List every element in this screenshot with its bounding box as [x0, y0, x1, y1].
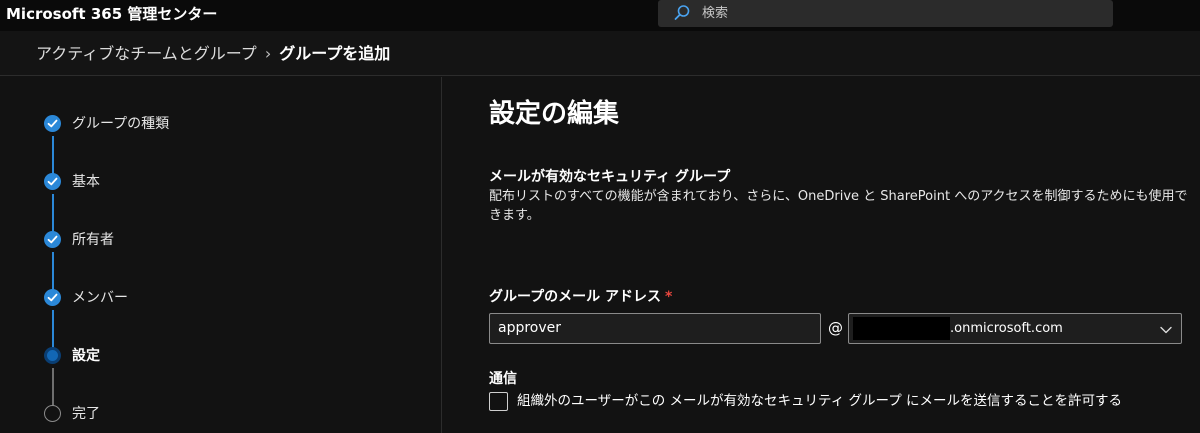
search-icon — [672, 3, 692, 23]
check-icon — [44, 115, 61, 132]
search-input[interactable]: 検索 — [702, 5, 728, 22]
breadcrumb-bar: アクティブなチームとグループ › グループを追加 — [0, 31, 1200, 76]
group-type-title: メールが有効なセキュリティ グループ — [489, 169, 731, 185]
step-connector — [52, 194, 54, 232]
pending-step-circle-icon — [44, 405, 61, 422]
page-title: 設定の編集 — [489, 99, 620, 129]
at-sign: @ — [828, 319, 843, 337]
step-label: メンバー — [72, 290, 128, 306]
step-label: 設定 — [72, 348, 100, 364]
breadcrumb-link-teams-groups[interactable]: アクティブなチームとグループ — [36, 44, 257, 63]
group-type-description: 配布リストのすべての機能が含まれており、さらに、OneDrive と Share… — [489, 189, 1188, 223]
chevron-down-icon — [1159, 322, 1173, 341]
app-title[interactable]: Microsoft 365 管理センター — [6, 4, 217, 24]
step-label: 所有者 — [72, 232, 114, 248]
wizard-stepper: グループの種類 基本 所有者 メンバー 設定 完了 — [0, 77, 442, 433]
domain-suffix: .onmicrosoft.com — [950, 321, 1063, 336]
breadcrumb: アクティブなチームとグループ › グループを追加 — [36, 44, 390, 64]
step-connector — [52, 368, 54, 406]
domain-select[interactable]: .onmicrosoft.com — [848, 313, 1182, 344]
check-icon — [44, 231, 61, 248]
redacted-domain-block — [853, 317, 950, 340]
current-step-dot-icon — [44, 347, 61, 364]
top-app-bar: Microsoft 365 管理センター 検索 — [0, 0, 1200, 31]
email-alias-input[interactable]: approver — [489, 313, 821, 344]
step-connector — [52, 136, 54, 174]
step-label: 完了 — [72, 406, 100, 422]
main-content: 設定の編集 メールが有効なセキュリティ グループ 配布リストのすべての機能が含ま… — [443, 77, 1200, 433]
step-connector — [52, 310, 54, 348]
breadcrumb-current: グループを追加 — [279, 44, 391, 63]
communication-label: 通信 — [489, 371, 517, 387]
required-marker: * — [665, 289, 673, 305]
check-icon — [44, 289, 61, 306]
step-label: 基本 — [72, 174, 100, 190]
email-label-text: グループのメール アドレス — [489, 289, 662, 305]
search-box[interactable]: 検索 — [658, 0, 1113, 27]
step-label: グループの種類 — [72, 116, 170, 132]
breadcrumb-separator: › — [264, 44, 272, 63]
step-connector — [52, 252, 54, 290]
email-address-label: グループのメール アドレス * — [489, 288, 672, 306]
check-icon — [44, 173, 61, 190]
allow-external-senders-checkbox[interactable] — [489, 392, 508, 411]
allow-external-senders-label[interactable]: 組織外のユーザーがこの メールが有効なセキュリティ グループ にメールを送信する… — [517, 392, 1122, 411]
